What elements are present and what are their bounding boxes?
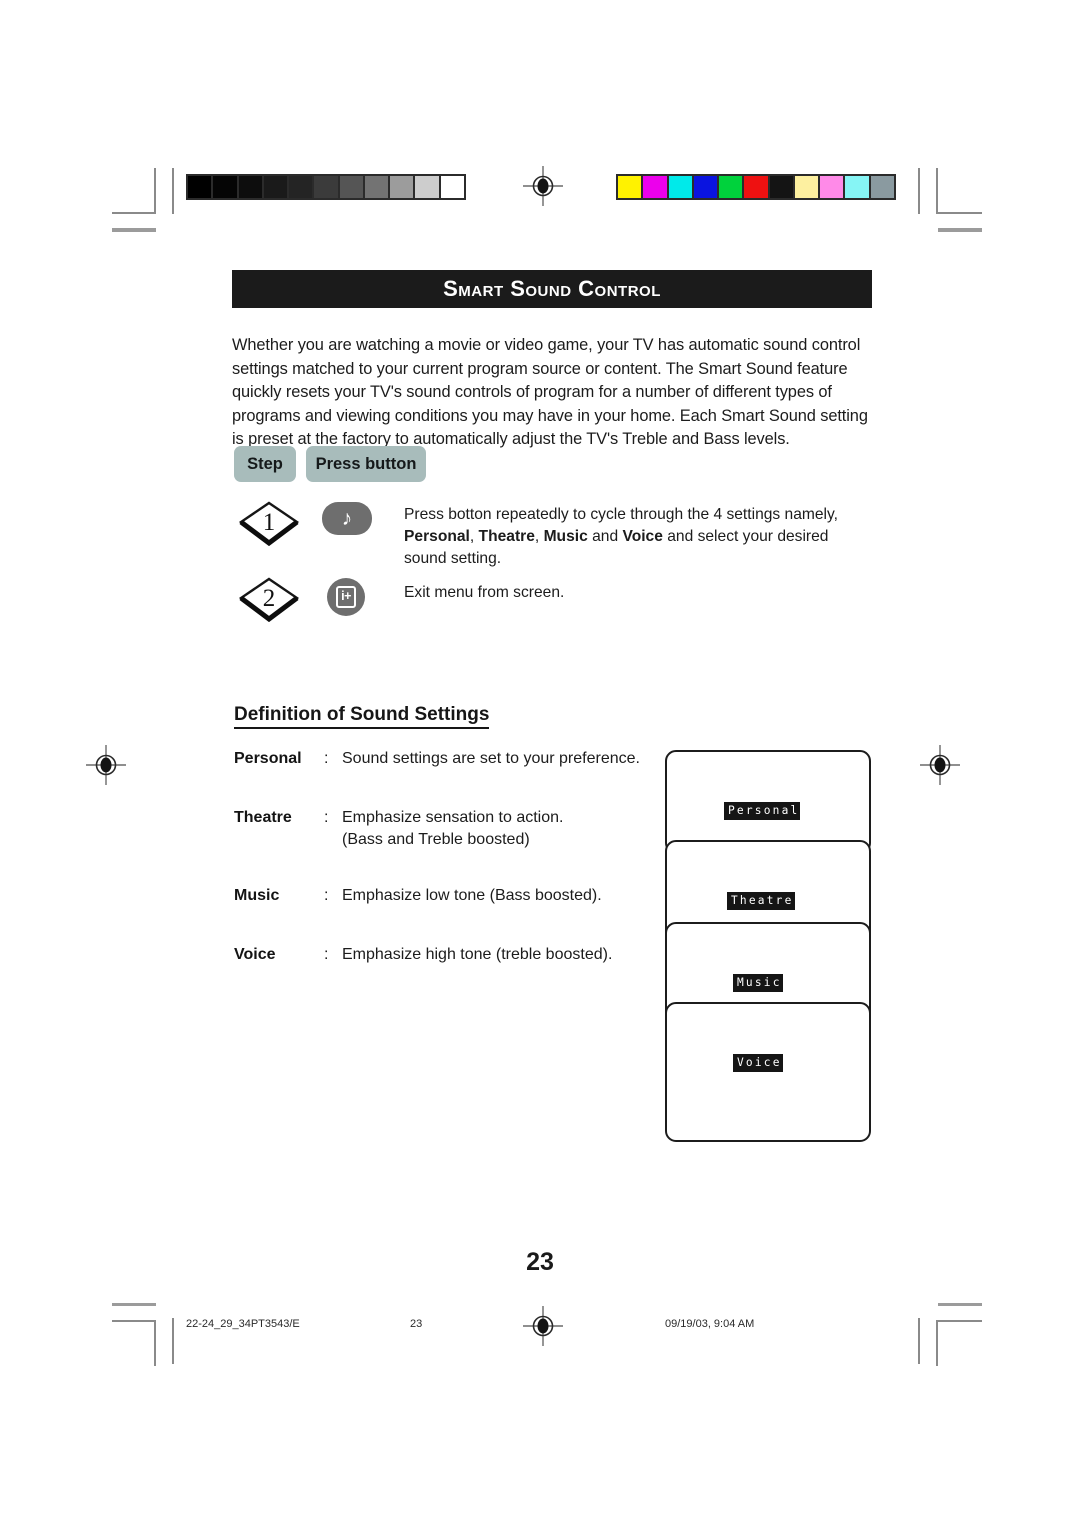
music-note-button-icon[interactable]: ♪ bbox=[322, 502, 372, 535]
page-title-bar: Smart Sound Control bbox=[232, 270, 872, 308]
step-1-sep-3: and bbox=[587, 528, 623, 545]
step-number-badge-1: 1 bbox=[238, 500, 300, 547]
definition-description-voice: Emphasize high tone (treble boosted). bbox=[342, 946, 613, 963]
grayscale-swatch-0 bbox=[188, 176, 212, 198]
definition-description-personal: Sound settings are set to your preferenc… bbox=[342, 750, 640, 767]
definition-description-music: Emphasize low tone (Bass boosted). bbox=[342, 887, 602, 904]
color-swatch-5 bbox=[744, 176, 768, 198]
color-swatch-6 bbox=[769, 176, 793, 198]
color-swatch-9 bbox=[845, 176, 869, 198]
definition-row-theatre: Theatre: Emphasize sensation to action. (… bbox=[234, 807, 654, 851]
intro-paragraph: Whether you are watching a movie or vide… bbox=[232, 336, 868, 449]
music-note-glyph: ♪ bbox=[341, 506, 353, 530]
grayscale-swatch-5 bbox=[314, 176, 338, 198]
registration-mark-right-middle bbox=[920, 745, 960, 785]
registration-mark-left-middle bbox=[86, 745, 126, 785]
grayscale-swatch-9 bbox=[415, 176, 439, 198]
osd-label-music: Music bbox=[733, 974, 783, 992]
crop-mark-bottom-left-tick bbox=[112, 1303, 156, 1306]
setting-term-theatre: Theatre bbox=[478, 528, 535, 545]
crop-mark-bottom-right-horizontal bbox=[938, 1320, 982, 1322]
grayscale-swatch-7 bbox=[364, 176, 389, 198]
steps-column-header-step: Step bbox=[234, 446, 296, 482]
steps-column-header-step-label: Step bbox=[247, 454, 283, 473]
menu-exit-glyph: i+ bbox=[336, 586, 356, 608]
crop-mark-top-left-vertical bbox=[154, 168, 156, 214]
crop-mark-bottom-right-vertical bbox=[936, 1320, 938, 1366]
color-swatch-8 bbox=[820, 176, 844, 198]
definitions-heading: Definition of Sound Settings bbox=[234, 704, 490, 729]
color-swatch-2 bbox=[668, 176, 692, 198]
step-number-badge-2: 2 bbox=[238, 576, 300, 623]
step-1-text-lead: Press botton repeatedly to cycle through… bbox=[404, 506, 838, 523]
definition-row-voice: Voice: Emphasize high tone (treble booste… bbox=[234, 944, 654, 966]
step-1-sep-2: , bbox=[534, 528, 544, 545]
definition-separator-0: : bbox=[324, 750, 329, 767]
crop-mark-top-right-horizontal bbox=[938, 212, 982, 214]
color-swatch-0 bbox=[618, 176, 642, 198]
steps-column-header-press-button-label: Press button bbox=[315, 454, 417, 473]
grayscale-swatch-2 bbox=[238, 176, 262, 198]
grayscale-swatch-4 bbox=[289, 176, 313, 198]
crop-mark-top-left-tick bbox=[112, 228, 156, 232]
footer-file-name: 22-24_29_34PT3543/E bbox=[186, 1318, 300, 1330]
footer-page-number: 23 bbox=[410, 1318, 423, 1330]
page-title: Smart Sound Control bbox=[443, 276, 661, 301]
setting-term-music: Music bbox=[543, 528, 588, 545]
crop-mark-top-right-vertical bbox=[936, 168, 938, 214]
step-2-instruction: Exit menu from screen. bbox=[404, 584, 565, 601]
definition-separator-3: : bbox=[324, 946, 329, 963]
definition-separator-2: : bbox=[324, 887, 329, 904]
crop-mark-bottom-right-bleed bbox=[918, 1318, 920, 1364]
tv-screen-illustration-stack: Personal Theatre Music Voice bbox=[665, 750, 871, 1142]
page-number: 23 bbox=[526, 1248, 554, 1276]
definition-row-music: Music: Emphasize low tone (Bass boosted). bbox=[234, 885, 654, 907]
crop-mark-bottom-left-bleed bbox=[172, 1318, 174, 1364]
grayscale-swatch-6 bbox=[339, 176, 363, 198]
grayscale-swatch-10 bbox=[440, 176, 464, 198]
steps-column-header-press-button: Press button bbox=[306, 446, 426, 482]
definition-description-theatre: Emphasize sensation to action. bbox=[342, 809, 564, 826]
footer-timestamp: 09/19/03, 9:04 AM bbox=[665, 1318, 755, 1330]
color-control-strip bbox=[616, 174, 896, 200]
crop-mark-bottom-left-horizontal bbox=[112, 1320, 156, 1322]
osd-label-personal: Personal bbox=[724, 802, 801, 820]
color-swatch-3 bbox=[693, 176, 718, 198]
grayscale-step-wedge bbox=[186, 174, 466, 200]
tv-screen-personal: Personal bbox=[665, 750, 871, 854]
definition-term-theatre: Theatre bbox=[234, 809, 292, 826]
grayscale-swatch-1 bbox=[213, 176, 237, 198]
definition-term-personal: Personal bbox=[234, 750, 302, 767]
step-1-instruction: Press botton repeatedly to cycle through… bbox=[404, 504, 874, 570]
osd-label-theatre: Theatre bbox=[727, 892, 795, 910]
setting-term-voice: Voice bbox=[622, 528, 663, 545]
color-swatch-7 bbox=[794, 176, 819, 198]
step-number-2: 2 bbox=[262, 585, 276, 612]
menu-exit-button-icon[interactable]: i+ bbox=[327, 578, 365, 616]
registration-mark-top-center bbox=[523, 166, 563, 206]
color-swatch-1 bbox=[643, 176, 667, 198]
setting-term-personal: Personal bbox=[404, 528, 470, 545]
crop-mark-top-right-tick bbox=[938, 228, 982, 232]
step-number-1: 1 bbox=[262, 509, 276, 536]
crop-mark-top-right-bleed bbox=[918, 168, 920, 214]
definition-term-voice: Voice bbox=[234, 946, 276, 963]
definition-row-personal: Personal: Sound settings are set to your … bbox=[234, 748, 654, 770]
grayscale-swatch-8 bbox=[390, 176, 414, 198]
registration-mark-bottom-center bbox=[523, 1306, 563, 1346]
crop-mark-bottom-left-vertical bbox=[154, 1320, 156, 1366]
step-1-sep-1: , bbox=[469, 528, 479, 545]
manual-page: Smart Sound Control Whether you are watc… bbox=[0, 0, 1080, 1528]
definition-description-theatre-line2: (Bass and Treble boosted) bbox=[342, 831, 530, 848]
definition-separator-1: : bbox=[324, 809, 329, 826]
crop-mark-top-left-horizontal bbox=[112, 212, 156, 214]
crop-mark-bottom-right-tick bbox=[938, 1303, 982, 1306]
color-swatch-10 bbox=[870, 176, 894, 198]
color-swatch-4 bbox=[719, 176, 743, 198]
osd-label-voice: Voice bbox=[733, 1054, 783, 1072]
definition-term-music: Music bbox=[234, 887, 280, 904]
grayscale-swatch-3 bbox=[263, 176, 288, 198]
tv-screen-voice: Voice bbox=[665, 1002, 871, 1142]
crop-mark-top-left-bleed bbox=[172, 168, 174, 214]
